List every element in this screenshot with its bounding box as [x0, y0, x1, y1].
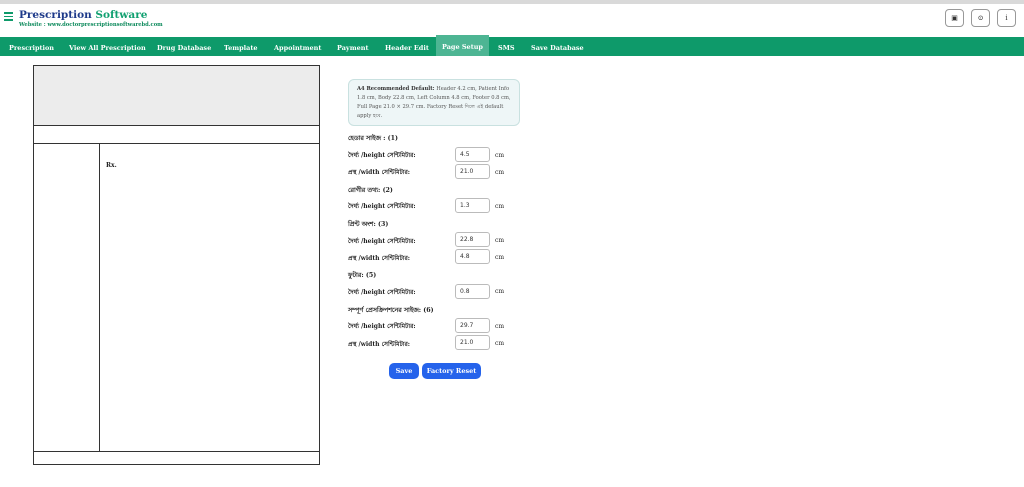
- page-layout-preview: Rx.: [33, 65, 320, 465]
- full-page-height-label: দৈর্ঘ্য /height সেন্টিমিটার:: [348, 323, 416, 330]
- main-nav: Prescription View All Prescription Drug …: [0, 35, 1024, 56]
- header-width-unit: cm: [495, 169, 505, 176]
- patient-info-height-label: দৈর্ঘ্য /height সেন্টিমিটার:: [348, 203, 416, 210]
- header-width-input[interactable]: 21.0: [455, 164, 490, 179]
- nav-payment[interactable]: Payment: [337, 37, 368, 56]
- help-icon-button[interactable]: ⊙: [971, 9, 990, 27]
- print-area-width-input[interactable]: 4.8: [455, 249, 490, 264]
- patient-info-height-input[interactable]: 1.3: [455, 198, 490, 213]
- brand-title: Prescription Software: [19, 9, 147, 21]
- nav-view-all-prescription[interactable]: View All Prescription: [69, 37, 146, 56]
- nav-page-setup[interactable]: Page Setup: [436, 35, 489, 56]
- preview-rx-label: Rx.: [106, 162, 117, 169]
- patient-info-height-unit: cm: [495, 203, 505, 210]
- full-page-width-label: প্রস্থ /width সেন্টিমিটার:: [348, 341, 410, 348]
- full-page-height-input[interactable]: 29.7: [455, 318, 490, 333]
- header-width-label: প্রস্থ /width সেন্টিমিটার:: [348, 169, 410, 176]
- section-header-size: হেডার সাইজ : (1): [348, 135, 398, 142]
- document-icon-button[interactable]: ▣: [945, 9, 964, 27]
- print-area-height-input[interactable]: 22.8: [455, 232, 490, 247]
- section-patient-info: রোগীর তথ্য: (2): [348, 187, 393, 194]
- brand-name-part2: Software: [95, 9, 148, 21]
- save-button[interactable]: Save: [389, 363, 419, 379]
- preview-footer-area: [34, 451, 319, 464]
- nav-appointment[interactable]: Appointment: [274, 37, 321, 56]
- factory-reset-button[interactable]: Factory Reset: [422, 363, 481, 379]
- print-area-width-unit: cm: [495, 254, 505, 261]
- user-icon: ⅰ: [1005, 14, 1008, 22]
- nav-drug-database[interactable]: Drug Database: [157, 37, 211, 56]
- full-page-width-unit: cm: [495, 340, 505, 347]
- print-area-width-label: প্রস্থ /width সেন্টিমিটার:: [348, 255, 410, 262]
- full-page-width-input[interactable]: 21.0: [455, 335, 490, 350]
- brand-name-part1: Prescription: [19, 9, 92, 21]
- nav-sms[interactable]: SMS: [498, 37, 515, 56]
- help-icon: ⊙: [977, 14, 984, 22]
- header-height-unit: cm: [495, 152, 505, 159]
- footer-height-input[interactable]: 0.8: [455, 284, 490, 299]
- a4-default-info-box: A4 Recommended Default: Header 4.2 cm, P…: [348, 79, 520, 126]
- preview-left-column: [34, 144, 100, 451]
- nav-prescription[interactable]: Prescription: [9, 37, 54, 56]
- preview-header-area: [34, 66, 319, 126]
- print-area-height-unit: cm: [495, 237, 505, 244]
- nav-save-database[interactable]: Save Database: [531, 37, 584, 56]
- section-full-prescription-size: সম্পূর্ণ প্রেসক্রিপশনের সাইজ: (6): [348, 307, 434, 314]
- section-footer: ফুটার: (5): [348, 272, 377, 279]
- full-page-height-unit: cm: [495, 323, 505, 330]
- footer-height-label: দৈর্ঘ্য /height সেন্টিমিটার:: [348, 289, 416, 296]
- document-icon: ▣: [951, 14, 958, 22]
- hamburger-menu-icon[interactable]: [4, 12, 13, 21]
- nav-template[interactable]: Template: [224, 37, 257, 56]
- info-title: A4 Recommended Default:: [357, 86, 435, 92]
- app-header: Prescription Software Website : www.doct…: [0, 4, 1024, 32]
- website-url: Website : www.doctorprescriptionsoftware…: [19, 22, 163, 28]
- section-print-area: প্রিন্ট অংশ: (3): [348, 221, 389, 228]
- preview-patient-info-area: [34, 126, 319, 144]
- user-icon-button[interactable]: ⅰ: [997, 9, 1016, 27]
- nav-header-edit[interactable]: Header Edit: [385, 37, 429, 56]
- header-height-input[interactable]: 4.5: [455, 147, 490, 162]
- header-height-label: দৈর্ঘ্য /height সেন্টিমিটার:: [348, 152, 416, 159]
- footer-height-unit: cm: [495, 288, 505, 295]
- print-area-height-label: দৈর্ঘ্য /height সেন্টিমিটার:: [348, 238, 416, 245]
